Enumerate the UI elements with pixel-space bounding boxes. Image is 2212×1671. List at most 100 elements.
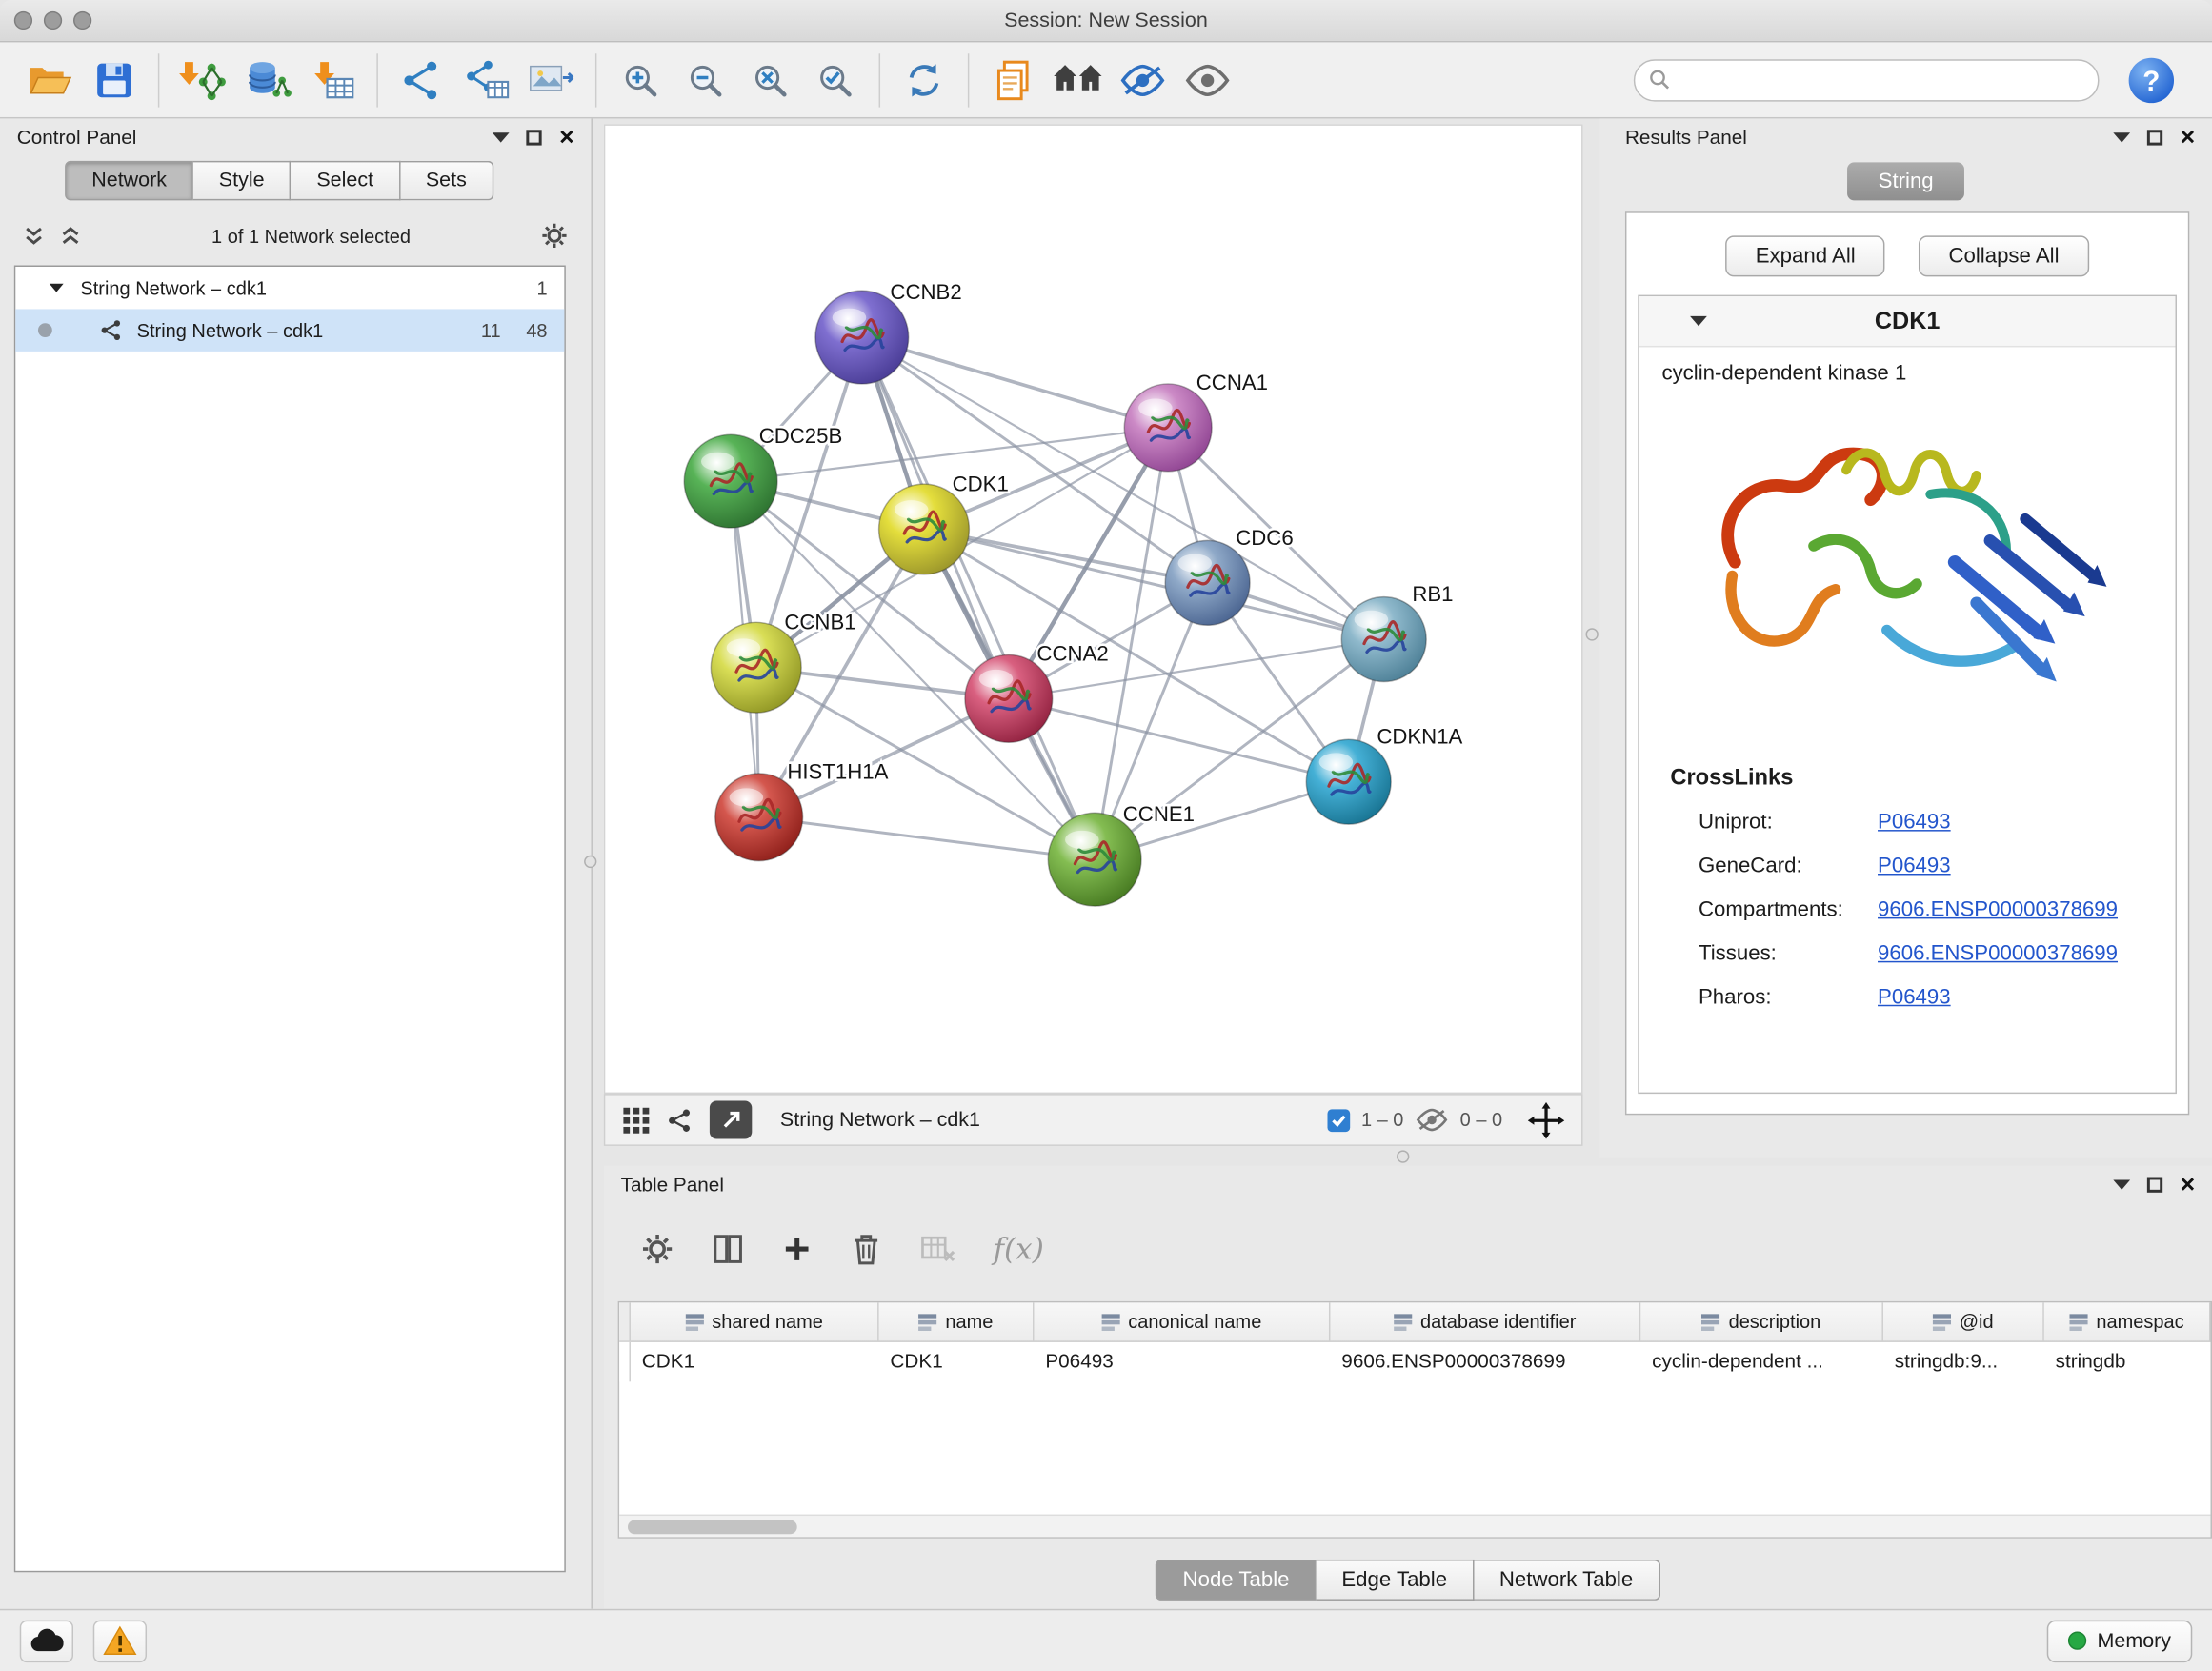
- node-label: CCNA2: [1036, 641, 1108, 665]
- network-graph[interactable]: CCNB2CCNA1CDC25BCDK1CDC6RB1CCNB1CCNA2CDK…: [605, 126, 1584, 1096]
- search-icon: [1649, 70, 1670, 91]
- horizontal-splitter-handle[interactable]: [1397, 1150, 1409, 1162]
- column-type-icon: [1701, 1313, 1719, 1330]
- tab-select[interactable]: Select: [292, 161, 400, 200]
- float-panel-icon[interactable]: [2148, 130, 2163, 145]
- crosslink-link[interactable]: 9606.ENSP00000378699: [1878, 888, 2118, 932]
- close-window-button[interactable]: [14, 11, 32, 30]
- close-panel-icon[interactable]: ×: [559, 124, 574, 150]
- collapse-section-icon[interactable]: [1690, 316, 1707, 326]
- expand-all-icon[interactable]: [59, 225, 82, 248]
- panel-menu-icon[interactable]: [493, 132, 511, 142]
- table-row[interactable]: CDK1CDK1P064939606.ENSP00000378699cyclin…: [619, 1342, 2210, 1381]
- tab-style[interactable]: Style: [193, 161, 292, 200]
- home-button[interactable]: [1045, 48, 1110, 112]
- scrollbar-thumb[interactable]: [628, 1520, 797, 1534]
- panel-menu-icon[interactable]: [2114, 1179, 2131, 1189]
- zoom-out-button[interactable]: [673, 48, 737, 112]
- collapse-all-icon[interactable]: [23, 225, 46, 248]
- float-panel-icon[interactable]: [527, 130, 542, 145]
- network-edge[interactable]: [759, 817, 1095, 859]
- add-column-icon[interactable]: [781, 1234, 813, 1265]
- show-columns-icon[interactable]: [711, 1232, 745, 1266]
- import-network-from-file-button[interactable]: [171, 48, 235, 112]
- import-table-from-file-button[interactable]: [300, 48, 365, 112]
- network-collection-row[interactable]: String Network – cdk1 1: [15, 267, 564, 309]
- import-network-from-database-button[interactable]: [235, 48, 300, 112]
- gear-icon[interactable]: [540, 222, 569, 251]
- tab-network-table[interactable]: Network Table: [1474, 1560, 1659, 1601]
- delete-column-trash-icon[interactable]: [849, 1231, 883, 1268]
- open-documentation-button[interactable]: [980, 48, 1045, 112]
- table-cell[interactable]: cyclin-dependent ...: [1640, 1342, 1883, 1381]
- table-cell[interactable]: CDK1: [879, 1342, 1035, 1381]
- birds-eye-view-icon[interactable]: [622, 1106, 651, 1135]
- cdk1-section-header[interactable]: CDK1: [1639, 296, 2176, 347]
- pan-crosshair-icon[interactable]: [1528, 1101, 1565, 1138]
- crosslink-link[interactable]: P06493: [1878, 844, 1951, 888]
- horizontal-scrollbar[interactable]: [619, 1515, 2210, 1538]
- open-session-button[interactable]: [17, 48, 82, 112]
- vertical-splitter-handle[interactable]: [584, 856, 596, 868]
- function-builder-button[interactable]: f(x): [994, 1232, 1044, 1266]
- network-edge[interactable]: [862, 337, 1168, 428]
- crosslink-link[interactable]: P06493: [1878, 976, 1951, 1019]
- warnings-button[interactable]: [93, 1620, 147, 1661]
- zoom-selected-button[interactable]: [803, 48, 868, 112]
- table-cell[interactable]: stringdb:9...: [1883, 1342, 2044, 1381]
- float-panel-icon[interactable]: [2148, 1177, 2163, 1192]
- toolbar-search-field[interactable]: [1634, 58, 2100, 100]
- table-cell[interactable]: stringdb: [2044, 1342, 2211, 1381]
- vertical-splitter-handle[interactable]: [1585, 628, 1598, 640]
- column-header-description[interactable]: description: [1640, 1302, 1883, 1340]
- new-network-from-table-button[interactable]: [454, 48, 519, 112]
- tab-network[interactable]: Network: [65, 161, 193, 200]
- crosslink-link[interactable]: P06493: [1878, 800, 1951, 844]
- network-view[interactable]: CCNB2CCNA1CDC25BCDK1CDC6RB1CCNB1CCNA2CDK…: [604, 124, 1583, 1094]
- tab-edge-table[interactable]: Edge Table: [1317, 1560, 1475, 1601]
- tab-sets[interactable]: Sets: [400, 161, 493, 200]
- table-settings-gear-icon[interactable]: [640, 1232, 674, 1266]
- network-label: String Network – cdk1: [137, 320, 324, 341]
- panel-menu-icon[interactable]: [2114, 132, 2131, 142]
- show-panels-button[interactable]: [1176, 48, 1240, 112]
- network-view-title: String Network – cdk1: [780, 1109, 980, 1132]
- new-network-button[interactable]: [390, 48, 454, 112]
- zoom-in-button[interactable]: [608, 48, 673, 112]
- column-header-shared-name[interactable]: shared name: [631, 1302, 879, 1340]
- maximize-window-button[interactable]: [73, 11, 91, 30]
- cloud-icon: [30, 1629, 64, 1653]
- tab-node-table[interactable]: Node Table: [1156, 1560, 1316, 1601]
- help-button[interactable]: ?: [2119, 48, 2183, 112]
- minimize-window-button[interactable]: [44, 11, 62, 30]
- collapse-all-button[interactable]: Collapse All: [1919, 235, 2088, 276]
- column-header-canonical-name[interactable]: canonical name: [1034, 1302, 1330, 1340]
- hide-panels-button[interactable]: [1110, 48, 1175, 112]
- crosslink-link[interactable]: 9606.ENSP00000378699: [1878, 932, 2118, 976]
- memory-button[interactable]: Memory: [2046, 1620, 2192, 1661]
- share-network-icon[interactable]: [667, 1107, 693, 1133]
- column-header-namespac[interactable]: namespac: [2044, 1302, 2211, 1340]
- network-row-selected[interactable]: String Network – cdk1 11 48: [15, 309, 564, 351]
- column-header--id[interactable]: @id: [1883, 1302, 2044, 1340]
- tree-expand-icon[interactable]: [50, 284, 64, 292]
- close-panel-icon[interactable]: ×: [2181, 1172, 2196, 1198]
- cloud-status-button[interactable]: [20, 1620, 73, 1661]
- expand-all-button[interactable]: Expand All: [1726, 235, 1885, 276]
- network-edge[interactable]: [862, 337, 1095, 859]
- search-input[interactable]: [1679, 67, 2083, 92]
- selected-checkbox[interactable]: [1327, 1109, 1350, 1132]
- close-panel-icon[interactable]: ×: [2181, 124, 2196, 150]
- zoom-fit-button[interactable]: [737, 48, 802, 112]
- table-cell[interactable]: CDK1: [631, 1342, 879, 1381]
- column-header-name[interactable]: name: [879, 1302, 1035, 1340]
- export-network-image-button[interactable]: [519, 48, 584, 112]
- refresh-network-button[interactable]: [892, 48, 956, 112]
- tab-string[interactable]: String: [1847, 162, 1964, 200]
- open-in-browser-button[interactable]: [710, 1101, 752, 1139]
- table-cell[interactable]: P06493: [1034, 1342, 1330, 1381]
- save-session-button[interactable]: [82, 48, 147, 112]
- homes-icon: [1051, 61, 1104, 98]
- table-cell[interactable]: 9606.ENSP00000378699: [1330, 1342, 1640, 1381]
- column-header-database-identifier[interactable]: database identifier: [1330, 1302, 1640, 1340]
